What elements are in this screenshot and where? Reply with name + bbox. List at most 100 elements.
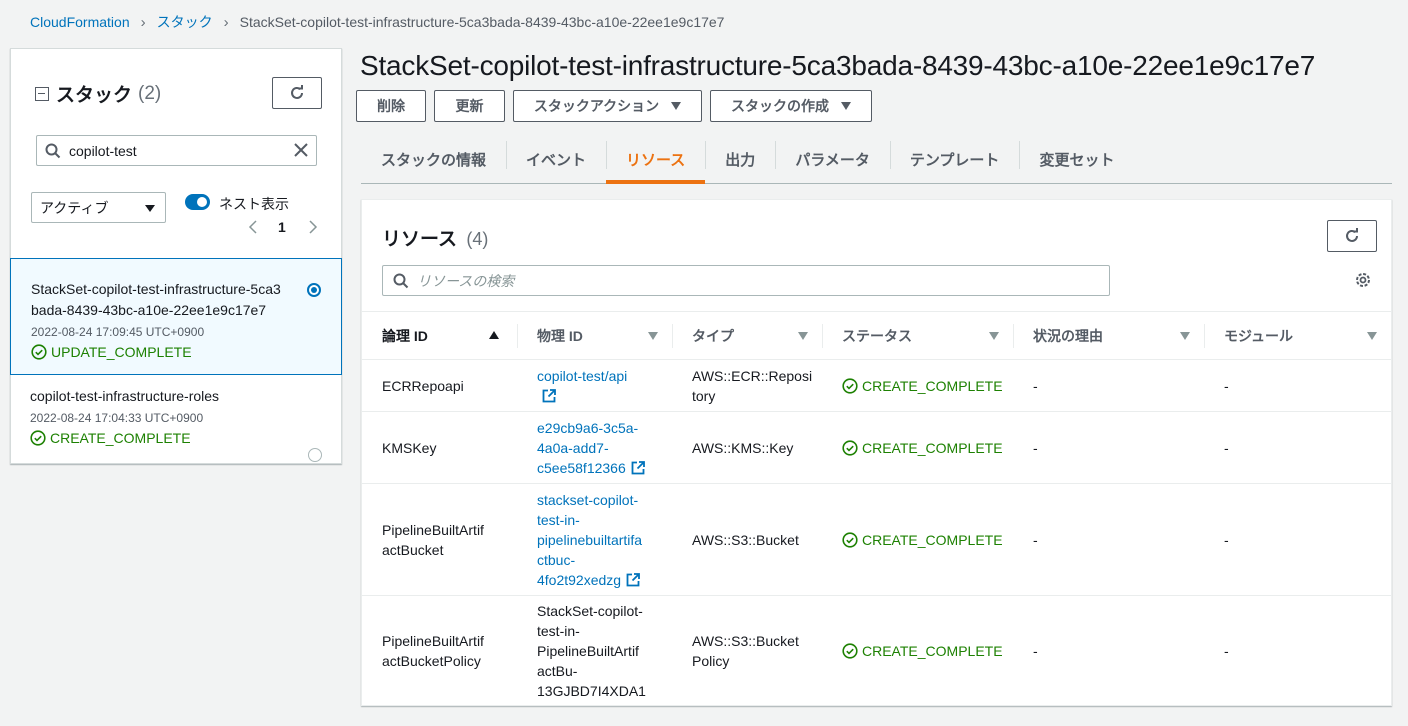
- stacks-search-input[interactable]: copilot-test: [36, 135, 317, 166]
- check-circle-icon: [30, 430, 46, 446]
- tab-stack-info[interactable]: スタックの情報: [361, 135, 506, 183]
- tab-change-sets[interactable]: 変更セット: [1019, 135, 1134, 183]
- cell-physical-id[interactable]: stackset-copilot-test-in-pipelinebuiltar…: [517, 484, 672, 595]
- close-icon[interactable]: [293, 142, 309, 158]
- cell-text-line: tory: [692, 387, 716, 404]
- resources-refresh-button[interactable]: [1327, 220, 1377, 252]
- resources-search-input[interactable]: リソースの検索: [382, 265, 1110, 296]
- column-header[interactable]: タイプ: [672, 312, 822, 359]
- external-link-icon[interactable]: [631, 460, 645, 475]
- stack-date: 2022-08-24 17:04:33 UTC+0900: [30, 411, 204, 425]
- cell-text-line[interactable]: ctbuc-: [537, 552, 575, 568]
- cell-text-line: actBucketPolicy: [382, 652, 481, 669]
- caret-down-icon: [841, 102, 851, 110]
- cell-status: CREATE_COMPLETE: [822, 596, 1013, 705]
- cell-text-line: StackSet-copilot-: [537, 602, 643, 619]
- cell-text-line: KMSKey: [382, 439, 437, 456]
- stack-list-item[interactable]: StackSet-copilot-test-infrastructure-5ca…: [10, 258, 342, 375]
- sort-ascending-icon: [489, 331, 499, 339]
- status-filter-select[interactable]: アクティブ: [31, 192, 166, 223]
- cell-text-line: test-in-: [537, 622, 580, 639]
- stack-status: UPDATE_COMPLETE: [31, 344, 321, 360]
- delete-button[interactable]: 削除: [356, 90, 426, 122]
- table-row: PipelineBuiltArtif actBucketPolicy StackSe…: [362, 596, 1391, 706]
- external-link-icon[interactable]: [542, 388, 556, 403]
- column-header[interactable]: ステータス: [822, 312, 1013, 359]
- cell-text-line[interactable]: e29cb9a6-3c5a-: [537, 420, 638, 436]
- stacks-count: (2): [138, 82, 162, 104]
- cell-text-line[interactable]: 4fo2t92xedzg: [537, 572, 621, 588]
- cell-text-line: Policy: [692, 652, 730, 669]
- column-header[interactable]: 論理 ID: [362, 312, 517, 359]
- stack-list-item[interactable]: copilot-test-infrastructure-roles 2022-0…: [10, 376, 342, 464]
- cell-logical-id: PipelineBuiltArtif actBucketPolicy: [362, 596, 517, 705]
- external-link-icon[interactable]: [626, 572, 640, 587]
- check-circle-icon: [842, 439, 858, 456]
- check-circle-icon: [842, 642, 858, 659]
- cell-status-reason: -: [1033, 531, 1038, 548]
- collapse-icon[interactable]: [35, 86, 49, 101]
- column-header[interactable]: 物理 ID: [517, 312, 672, 359]
- stack-radio[interactable]: [308, 448, 322, 462]
- table-row: KMSKey e29cb9a6-3c5a- 4a0a-add7- c5ee58f123…: [362, 412, 1391, 484]
- pagination: 1: [248, 219, 318, 235]
- refresh-icon: [1346, 228, 1358, 242]
- check-circle-icon: [842, 377, 858, 394]
- sort-icon: [989, 332, 999, 340]
- cell-text-line: actBu-: [537, 662, 578, 679]
- cell-physical-id[interactable]: e29cb9a6-3c5a- 4a0a-add7- c5ee58f12366: [517, 412, 672, 483]
- chevron-left-icon[interactable]: [248, 219, 258, 235]
- create-stack-label: スタックの作成: [731, 98, 829, 114]
- stack-status-text: CREATE_COMPLETE: [50, 430, 191, 446]
- cell-text-line[interactable]: pipelinebuiltartifa: [537, 532, 642, 548]
- cell-type: AWS::KMS::Key: [672, 412, 822, 483]
- cell-text-line[interactable]: 4a0a-add7-: [537, 440, 609, 456]
- column-header-label: モジュール: [1224, 327, 1294, 344]
- table-header: 論理 ID 物理 ID タイプ ステータス 状況の理由 モジュール: [362, 311, 1391, 360]
- breadcrumb-cloudformation[interactable]: CloudFormation: [30, 14, 130, 30]
- cell-physical-id[interactable]: copilot-test/api: [517, 360, 672, 411]
- column-header[interactable]: 状況の理由: [1013, 312, 1204, 359]
- resources-search-placeholder: リソースの検索: [417, 272, 515, 289]
- cell-text-line: ECRRepoapi: [382, 377, 464, 394]
- update-button[interactable]: 更新: [434, 90, 505, 122]
- cell-text-line: PipelineBuiltArtif: [382, 632, 484, 649]
- status-text: CREATE_COMPLETE: [862, 531, 1003, 548]
- cell-text-line: 13GJBD7I4XDA1: [537, 682, 646, 699]
- page-number[interactable]: 1: [278, 219, 286, 235]
- cell-status-reason: -: [1033, 439, 1038, 456]
- tab-events[interactable]: イベント: [506, 135, 606, 183]
- tab-outputs[interactable]: 出力: [705, 135, 775, 183]
- nested-view-toggle[interactable]: [185, 194, 210, 210]
- cell-status-reason: -: [1033, 377, 1038, 394]
- stacks-refresh-button[interactable]: [272, 77, 322, 109]
- tab-bar: スタックの情報 イベント リソース 出力 パラメータ テンプレート 変更セット: [361, 135, 1392, 184]
- column-header[interactable]: モジュール: [1204, 312, 1391, 359]
- cell-status-reason: -: [1033, 642, 1038, 659]
- cell-text-line: AWS::KMS::Key: [692, 439, 794, 456]
- stacks-search-value: copilot-test: [69, 142, 137, 159]
- breadcrumb-stacks[interactable]: スタック: [157, 12, 213, 32]
- create-stack-button[interactable]: スタックの作成: [710, 90, 872, 122]
- gear-icon[interactable]: [1354, 271, 1372, 289]
- check-circle-icon: [842, 531, 858, 548]
- tab-resources[interactable]: リソース: [606, 135, 706, 184]
- stack-date: 2022-08-24 17:09:45 UTC+0900: [31, 325, 205, 339]
- cell-text-line[interactable]: test-in-: [537, 512, 580, 528]
- stack-actions-button[interactable]: スタックアクション: [513, 90, 702, 122]
- tab-parameters[interactable]: パラメータ: [775, 135, 890, 183]
- cell-text-line: PipelineBuiltArtif: [537, 642, 639, 659]
- chevron-right-icon[interactable]: [308, 219, 318, 235]
- column-header-label: タイプ: [692, 327, 734, 344]
- search-icon: [393, 273, 409, 288]
- cell-text-line[interactable]: c5ee58f12366: [537, 460, 626, 476]
- cell-text-line[interactable]: copilot-test/api: [537, 368, 627, 384]
- stacks-panel-title: スタック (2): [35, 80, 161, 107]
- column-header-label: ステータス: [842, 327, 912, 344]
- resources-title: リソース (4): [382, 224, 488, 251]
- sort-icon: [1180, 332, 1190, 340]
- cell-text-line[interactable]: stackset-copilot-: [537, 492, 638, 508]
- stack-radio-selected[interactable]: [307, 283, 321, 297]
- status-filter-value: アクティブ: [40, 199, 109, 216]
- tab-template[interactable]: テンプレート: [889, 135, 1020, 183]
